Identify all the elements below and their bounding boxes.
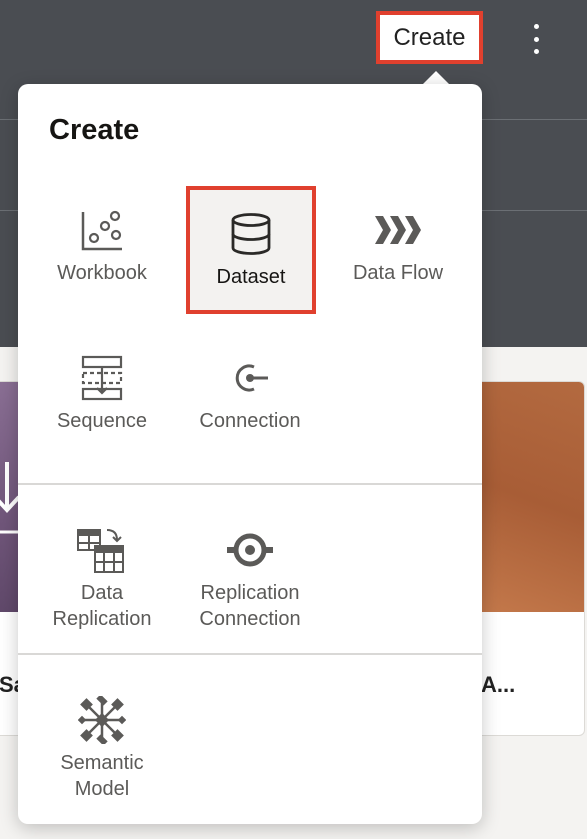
create-menu-popover: Create Workbook Dataset Data Flow Sequen… <box>18 84 482 824</box>
connection-icon <box>235 364 268 392</box>
create-button[interactable]: Create <box>376 11 483 64</box>
sequence-icon <box>81 355 123 401</box>
item-label: Workbook <box>57 262 147 284</box>
create-data-replication-item[interactable]: Data Replication <box>37 520 167 632</box>
section-divider <box>18 483 482 485</box>
item-label: Dataset <box>216 266 286 288</box>
data-replication-icon <box>77 529 124 573</box>
popover-title: Create <box>49 114 140 146</box>
create-dataset-item[interactable]: Dataset <box>186 186 316 314</box>
replication-connection-icon <box>227 533 273 567</box>
create-sequence-item[interactable]: Sequence <box>37 348 167 434</box>
semantic-model-icon <box>78 696 126 744</box>
section-divider <box>18 653 482 655</box>
workbook-scatter-icon <box>81 210 122 251</box>
item-label: Connection <box>199 410 301 432</box>
item-label: Sequence <box>56 410 148 432</box>
create-connection-item[interactable]: Connection <box>185 348 315 434</box>
popover-caret <box>422 71 450 85</box>
item-label: Replication Connection <box>199 582 301 630</box>
card-title: A... <box>481 672 516 697</box>
create-semantic-model-item[interactable]: Semantic Model <box>37 690 167 802</box>
create-workbook-item[interactable]: Workbook <box>37 200 167 286</box>
more-options-icon[interactable] <box>526 24 546 54</box>
data-flow-chevrons-icon <box>375 216 421 244</box>
item-label: Data Flow <box>352 262 444 284</box>
item-label: Data Replication <box>52 582 152 630</box>
create-replication-connection-item[interactable]: Replication Connection <box>185 520 315 632</box>
database-icon <box>231 213 271 255</box>
item-label: Semantic Model <box>60 752 144 800</box>
create-data-flow-item[interactable]: Data Flow <box>333 200 463 286</box>
